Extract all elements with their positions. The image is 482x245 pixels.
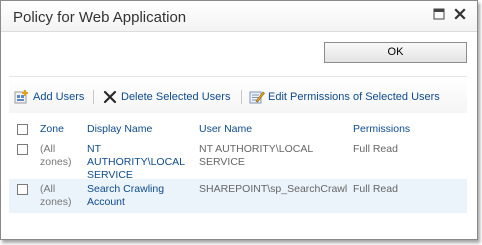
add-users-icon: [14, 89, 30, 105]
ok-button[interactable]: OK: [324, 42, 467, 63]
add-users-button[interactable]: Add Users: [14, 89, 84, 105]
toolbar-separator: [241, 90, 242, 104]
delete-selected-users-label: Delete Selected Users: [121, 91, 231, 103]
toolbar-separator: [93, 90, 94, 104]
display-name-link[interactable]: NT AUTHORITY\LOCAL SERVICE: [87, 143, 187, 182]
column-header-display-name[interactable]: Display Name: [87, 123, 152, 136]
add-users-label: Add Users: [33, 91, 85, 103]
user-name-text: SERVICE: [199, 156, 245, 168]
delete-icon: [102, 89, 118, 105]
row-checkbox[interactable]: [17, 184, 28, 195]
close-icon[interactable]: [454, 8, 468, 22]
maximize-icon[interactable]: [433, 8, 447, 22]
display-name-link[interactable]: Search Crawling Account: [87, 183, 187, 209]
edit-permissions-label: Edit Permissions of Selected Users: [268, 91, 440, 103]
user-name-cell: NT AUTHORITY\LOCAL SERVICE: [199, 143, 349, 169]
dialog-titlebar: Policy for Web Application: [1, 1, 477, 32]
column-header-user-name[interactable]: User Name: [199, 123, 252, 136]
table-row[interactable]: (All zones) Search Crawling Account SHAR…: [9, 179, 467, 213]
edit-permissions-icon: [249, 89, 265, 105]
column-header-zone[interactable]: Zone: [40, 123, 64, 136]
table-row[interactable]: (All zones) NT AUTHORITY\LOCAL SERVICE N…: [9, 139, 467, 182]
policy-dialog: Policy for Web Application OK Add Users …: [0, 0, 478, 240]
display-name-text: NT: [87, 143, 101, 155]
delete-selected-users-button[interactable]: Delete Selected Users: [102, 89, 230, 105]
zone-cell: (All zones): [40, 183, 80, 209]
row-checkbox[interactable]: [17, 144, 28, 155]
edit-permissions-button[interactable]: Edit Permissions of Selected Users: [249, 89, 440, 105]
user-name-cell: SHAREPOINT\sp_SearchCrawl: [199, 183, 348, 195]
dialog-title: Policy for Web Application: [13, 9, 187, 26]
display-name-text: Search Crawling: [87, 183, 165, 195]
zone-text: zones): [40, 156, 72, 168]
user-name-text: NT AUTHORITY\LOCAL: [199, 143, 314, 155]
zone-cell: (All zones): [40, 143, 80, 169]
policy-table: Zone Display Name User Name Permissions …: [9, 117, 467, 213]
permissions-cell: Full Read: [353, 183, 398, 195]
zone-text: (All: [40, 143, 56, 155]
column-header-permissions[interactable]: Permissions: [353, 123, 410, 136]
display-name-text: Account: [87, 196, 125, 208]
permissions-cell: Full Read: [353, 143, 398, 155]
zone-text: zones): [40, 196, 72, 208]
table-header: Zone Display Name User Name Permissions: [9, 117, 467, 139]
display-name-text: AUTHORITY\LOCAL: [87, 156, 186, 168]
policy-toolbar: Add Users Delete Selected Users Edit Per…: [9, 76, 467, 113]
select-all-checkbox[interactable]: [17, 124, 28, 135]
zone-text: (All: [40, 183, 56, 195]
